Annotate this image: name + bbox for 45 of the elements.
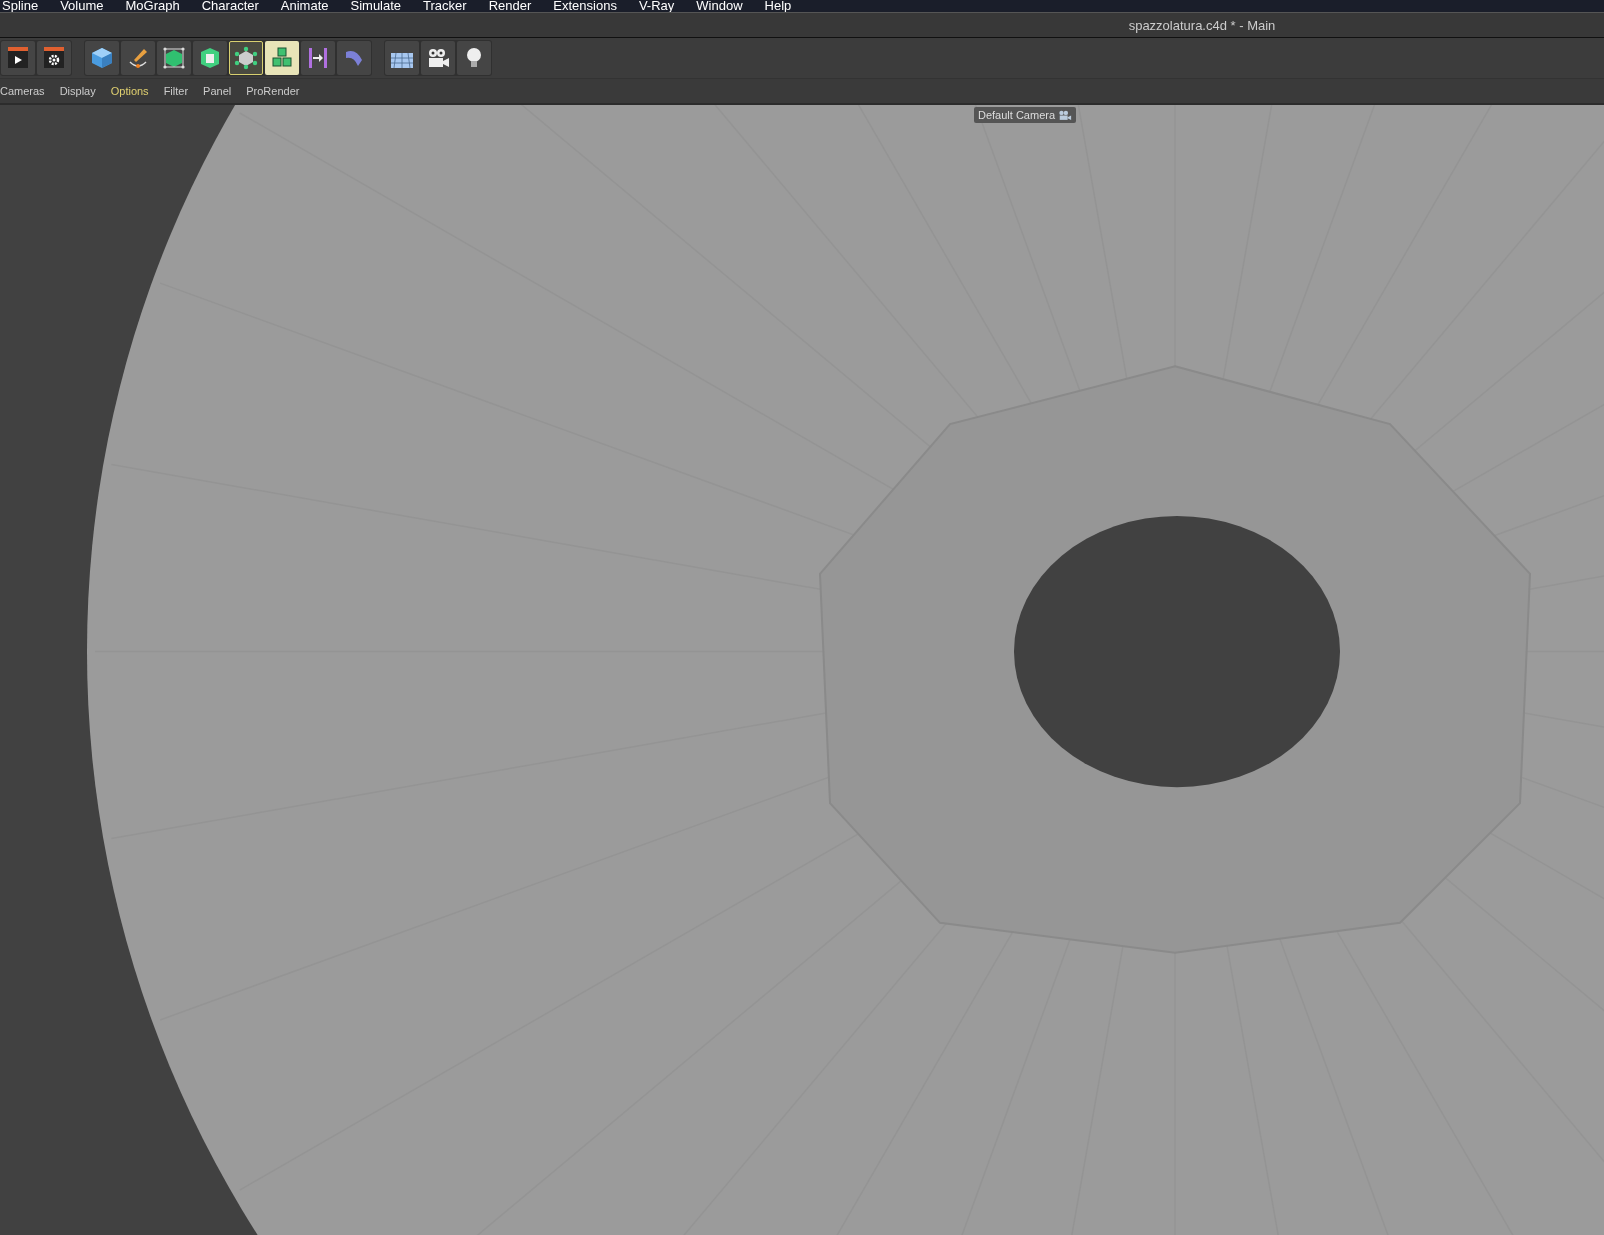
subdivision-tool-button[interactable] [157, 41, 191, 75]
extrude-tool-button[interactable] [193, 41, 227, 75]
viewport[interactable]: Default Camera [0, 105, 1604, 1235]
bracket-arrow-icon [306, 46, 330, 70]
stacked-cubes-icon [270, 46, 294, 70]
array-tool-button[interactable] [229, 41, 263, 75]
view-menu-item[interactable]: ProRender [246, 85, 300, 97]
view-menu-item[interactable]: Display [59, 85, 96, 97]
cube-cage-icon [162, 46, 186, 70]
menu-item[interactable]: Extensions [551, 0, 619, 12]
clapper-play-icon [6, 46, 30, 70]
movie-camera-icon [426, 46, 450, 70]
menu-item[interactable]: Simulate [348, 0, 404, 12]
clapper-gear-icon [42, 46, 66, 70]
camera-label[interactable]: Default Camera [974, 107, 1077, 123]
node-cube-icon [234, 46, 258, 70]
hollow-cube-icon [198, 46, 222, 70]
menu-item[interactable]: MoGraph [123, 0, 182, 12]
menu-item[interactable]: Help [762, 0, 794, 12]
symmetry-tool-button[interactable] [301, 41, 335, 75]
render-tool-button[interactable] [1, 41, 35, 75]
menu-item[interactable]: Character [199, 0, 261, 12]
cube-tool-button[interactable] [85, 41, 119, 75]
view-menu-item[interactable]: Panel [203, 85, 232, 97]
camera-tool-button[interactable] [421, 41, 455, 75]
menu-item[interactable]: Animate [278, 0, 331, 12]
pen-icon [126, 46, 150, 70]
camera-name: Default Camera [978, 109, 1056, 121]
menu-item[interactable]: Tracker [421, 0, 469, 12]
menu-item[interactable]: V-Ray [636, 0, 677, 12]
light-tool-button[interactable] [457, 41, 491, 75]
pen-tool-button[interactable] [121, 41, 155, 75]
floor-tool-button[interactable] [385, 41, 419, 75]
render-settings-tool-button[interactable] [37, 41, 71, 75]
menu-item[interactable]: Window [694, 0, 745, 12]
menu-item[interactable]: Volume [58, 0, 106, 12]
movie-camera-icon [1058, 109, 1073, 121]
cloner-tool-button[interactable] [265, 41, 299, 75]
view-menu-item[interactable]: Filter [163, 85, 189, 97]
window-title: spazzolatura.c4d * - Main [1128, 17, 1276, 33]
view-menu-item[interactable]: Cameras [0, 85, 45, 97]
menu-item[interactable]: Render [486, 0, 534, 12]
menu-item[interactable]: Spline [0, 0, 41, 12]
cube-icon [90, 46, 114, 70]
view-menu-item[interactable]: Options [110, 85, 149, 97]
